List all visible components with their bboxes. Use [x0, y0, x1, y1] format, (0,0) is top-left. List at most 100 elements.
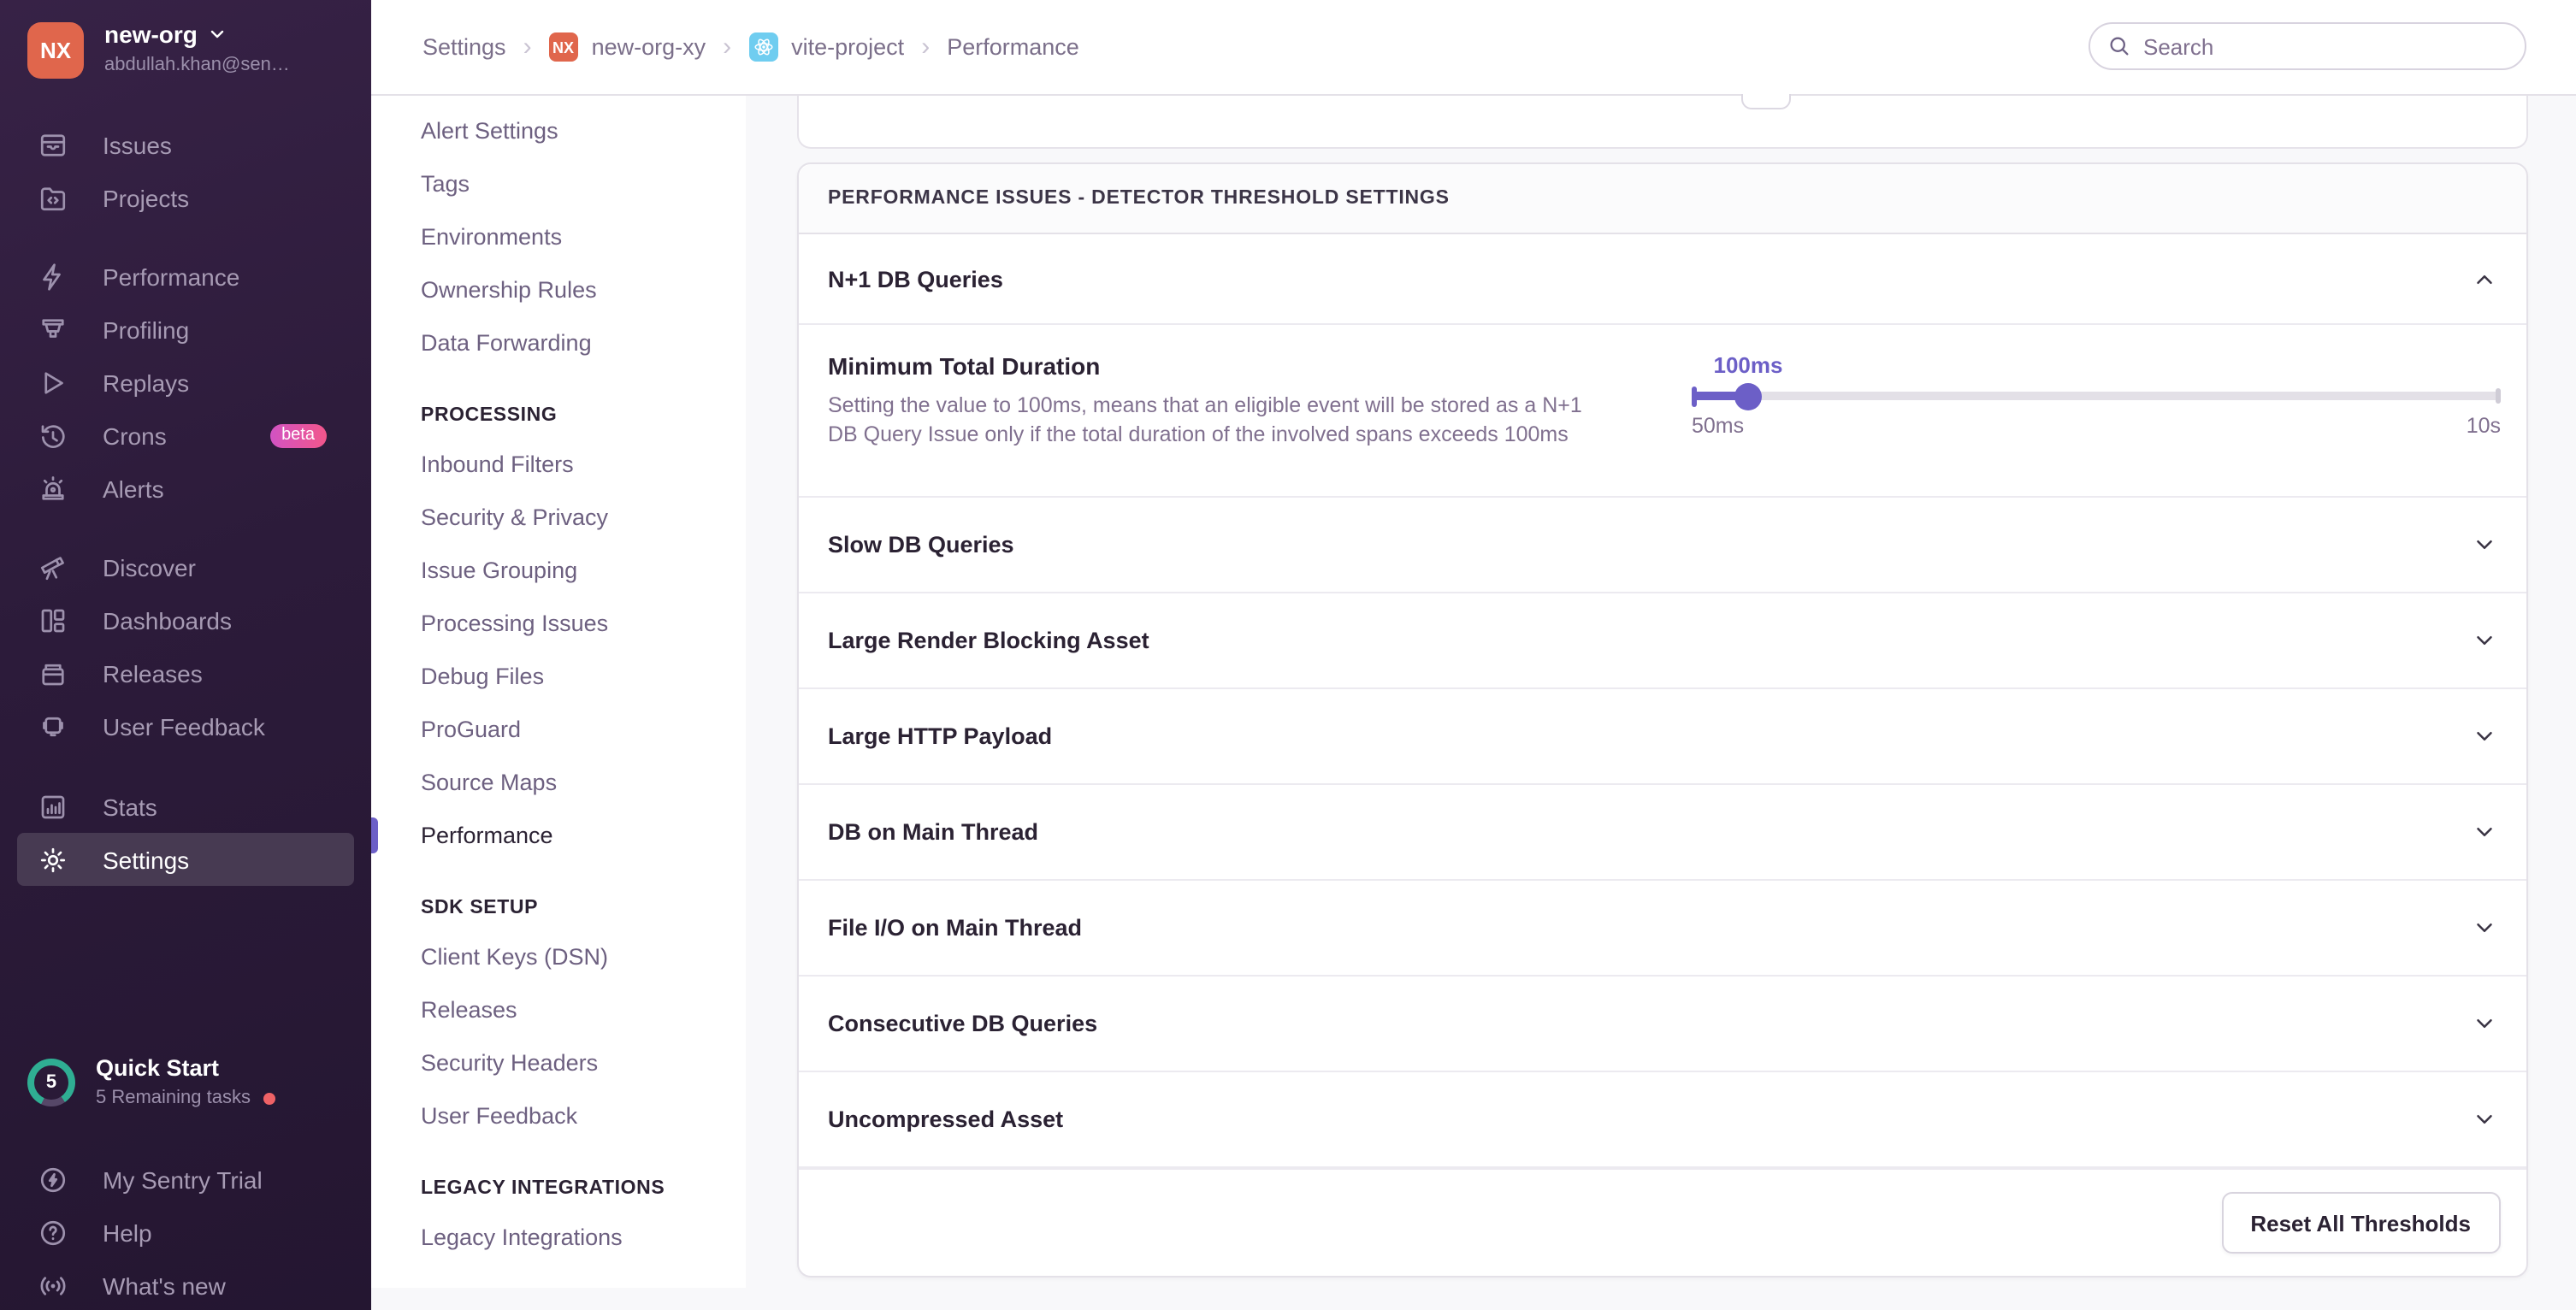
sidebar-item-stats[interactable]: Stats [0, 780, 371, 833]
sidebar-item-alerts[interactable]: Alerts [0, 462, 371, 515]
sidebar-item-dashboards[interactable]: Dashboards [0, 593, 371, 646]
cutoff-partial-control [1741, 94, 1791, 109]
settings-nav-data-forwarding[interactable]: Data Forwarding [371, 316, 746, 369]
chevron-down-icon [2471, 723, 2496, 749]
settings-nav-security-privacy[interactable]: Security & Privacy [371, 491, 746, 544]
chevron-up-icon [2471, 266, 2496, 292]
active-nav-indicator [371, 817, 378, 853]
notification-dot [263, 1092, 275, 1104]
dashboards-icon [38, 605, 68, 635]
settings-nav-client-keys[interactable]: Client Keys (DSN) [371, 930, 746, 983]
issues-icon [38, 129, 68, 160]
breadcrumb-page: Performance [947, 34, 1079, 60]
replays-icon [38, 367, 68, 398]
chevron-down-icon [2471, 628, 2496, 653]
settings-nav-issue-grouping[interactable]: Issue Grouping [371, 544, 746, 597]
sidebar-item-crons[interactable]: Crons beta [0, 409, 371, 462]
crons-icon [38, 420, 68, 451]
help-icon [38, 1217, 68, 1248]
settings-nav-user-feedback[interactable]: User Feedback [371, 1089, 746, 1142]
quick-start-title: Quick Start [96, 1057, 275, 1080]
app-window: NX new-org abdullah.khan@sen… Issues Pro… [0, 0, 2576, 1310]
sidebar-item-profiling[interactable]: Profiling [0, 303, 371, 356]
accordion-uncompressed-asset[interactable]: Uncompressed Asset [799, 1072, 2526, 1168]
slider-min-label: 50ms [1692, 414, 1744, 438]
settings-nav-environments[interactable]: Environments [371, 210, 746, 263]
accordion-slow-db-queries[interactable]: Slow DB Queries [799, 498, 2526, 593]
settings-nav-inbound-filters[interactable]: Inbound Filters [371, 438, 746, 491]
chevron-down-icon [208, 24, 228, 44]
sidebar-item-performance[interactable]: Performance [0, 250, 371, 303]
reset-all-thresholds-button[interactable]: Reset All Thresholds [2221, 1192, 2500, 1254]
search-input[interactable]: Search [2089, 22, 2526, 70]
slider-track[interactable] [1692, 392, 2501, 400]
slider-min-cap [1692, 386, 1697, 406]
chevron-right-icon: › [921, 32, 930, 62]
accordion-consecutive-db-queries[interactable]: Consecutive DB Queries [799, 977, 2526, 1072]
accordion-large-http-payload[interactable]: Large HTTP Payload [799, 689, 2526, 785]
sidebar-item-user-feedback[interactable]: User Feedback [0, 699, 371, 752]
chevron-down-icon [2471, 532, 2496, 558]
settings-nav-legacy-integrations[interactable]: Legacy Integrations [371, 1211, 746, 1264]
sidebar-item-discover[interactable]: Discover [0, 540, 371, 593]
slider-thumb[interactable] [1734, 382, 1762, 410]
slider-max-label: 10s [2467, 414, 2501, 438]
breadcrumb-settings[interactable]: Settings [422, 34, 506, 60]
user-feedback-icon [38, 711, 68, 741]
breadcrumb-project[interactable]: vite-project [748, 32, 904, 62]
slider-max-cap [2496, 388, 2501, 404]
settings-nav-proguard[interactable]: ProGuard [371, 703, 746, 756]
chevron-right-icon: › [523, 32, 532, 62]
accordion-file-io-on-main-thread[interactable]: File I/O on Main Thread [799, 881, 2526, 977]
sidebar-item-issues[interactable]: Issues [0, 118, 371, 171]
settings-nav-performance[interactable]: Performance [371, 809, 746, 862]
discover-icon [38, 552, 68, 582]
quick-start[interactable]: 5 Quick Start 5 Remaining tasks [27, 1057, 275, 1107]
settings-nav-ownership-rules[interactable]: Ownership Rules [371, 263, 746, 316]
settings-subnav: Alert Settings Tags Environments Ownersh… [371, 96, 746, 1288]
sidebar-item-settings[interactable]: Settings [17, 833, 354, 886]
accordion-n1-db-queries[interactable]: N+1 DB Queries [799, 234, 2526, 323]
sidebar-item-whats-new[interactable]: What's new [0, 1259, 371, 1310]
settings-nav-security-headers[interactable]: Security Headers [371, 1036, 746, 1089]
primary-sidebar: NX new-org abdullah.khan@sen… Issues Pro… [0, 0, 371, 1310]
primary-nav: Issues Projects Performance Profiling Re… [0, 118, 371, 886]
sidebar-item-my-sentry-trial[interactable]: My Sentry Trial [0, 1153, 371, 1206]
n1-db-queries-settings: Minimum Total Duration Setting the value… [799, 323, 2526, 498]
main-content: PERFORMANCE ISSUES - DETECTOR THRESHOLD … [746, 96, 2576, 1310]
profiling-icon [38, 314, 68, 345]
topbar: Settings › NX new-org-xy › vite-project … [371, 0, 2576, 96]
broadcast-icon [38, 1270, 68, 1301]
settings-nav-processing-issues[interactable]: Processing Issues [371, 597, 746, 650]
accordion-db-on-main-thread[interactable]: DB on Main Thread [799, 785, 2526, 881]
chevron-down-icon [2471, 1106, 2496, 1132]
sidebar-item-projects[interactable]: Projects [0, 171, 371, 224]
threshold-settings-panel: PERFORMANCE ISSUES - DETECTOR THRESHOLD … [797, 162, 2527, 1278]
breadcrumb: Settings › NX new-org-xy › vite-project … [422, 32, 1079, 62]
beta-badge: beta [269, 423, 327, 447]
quick-start-count: 5 [27, 1059, 75, 1106]
accordion-large-render-blocking-asset[interactable]: Large Render Blocking Asset [799, 593, 2526, 689]
user-email: abdullah.khan@sen… [104, 56, 290, 75]
breadcrumb-org[interactable]: NX new-org-xy [549, 32, 706, 62]
sidebar-item-help[interactable]: Help [0, 1206, 371, 1259]
settings-nav-tags[interactable]: Tags [371, 157, 746, 210]
stats-icon [38, 791, 68, 822]
releases-icon [38, 658, 68, 688]
settings-nav-alert-settings[interactable]: Alert Settings [371, 104, 746, 157]
quick-start-subtitle: 5 Remaining tasks [96, 1089, 251, 1107]
org-switcher[interactable]: NX new-org abdullah.khan@sen… [27, 22, 290, 79]
settings-nav-debug-files[interactable]: Debug Files [371, 650, 746, 703]
chevron-down-icon [2471, 819, 2496, 845]
settings-nav-header-processing: PROCESSING [371, 393, 746, 438]
panel-title: PERFORMANCE ISSUES - DETECTOR THRESHOLD … [828, 188, 1450, 209]
settings-nav-header-legacy: LEGACY INTEGRATIONS [371, 1166, 746, 1211]
alerts-icon [38, 473, 68, 504]
chevron-down-icon [2471, 1011, 2496, 1036]
settings-nav-releases[interactable]: Releases [371, 983, 746, 1036]
sidebar-item-replays[interactable]: Replays [0, 356, 371, 409]
sidebar-item-releases[interactable]: Releases [0, 646, 371, 699]
org-name: new-org [104, 22, 198, 46]
react-logo-icon [748, 32, 777, 62]
settings-nav-source-maps[interactable]: Source Maps [371, 756, 746, 809]
